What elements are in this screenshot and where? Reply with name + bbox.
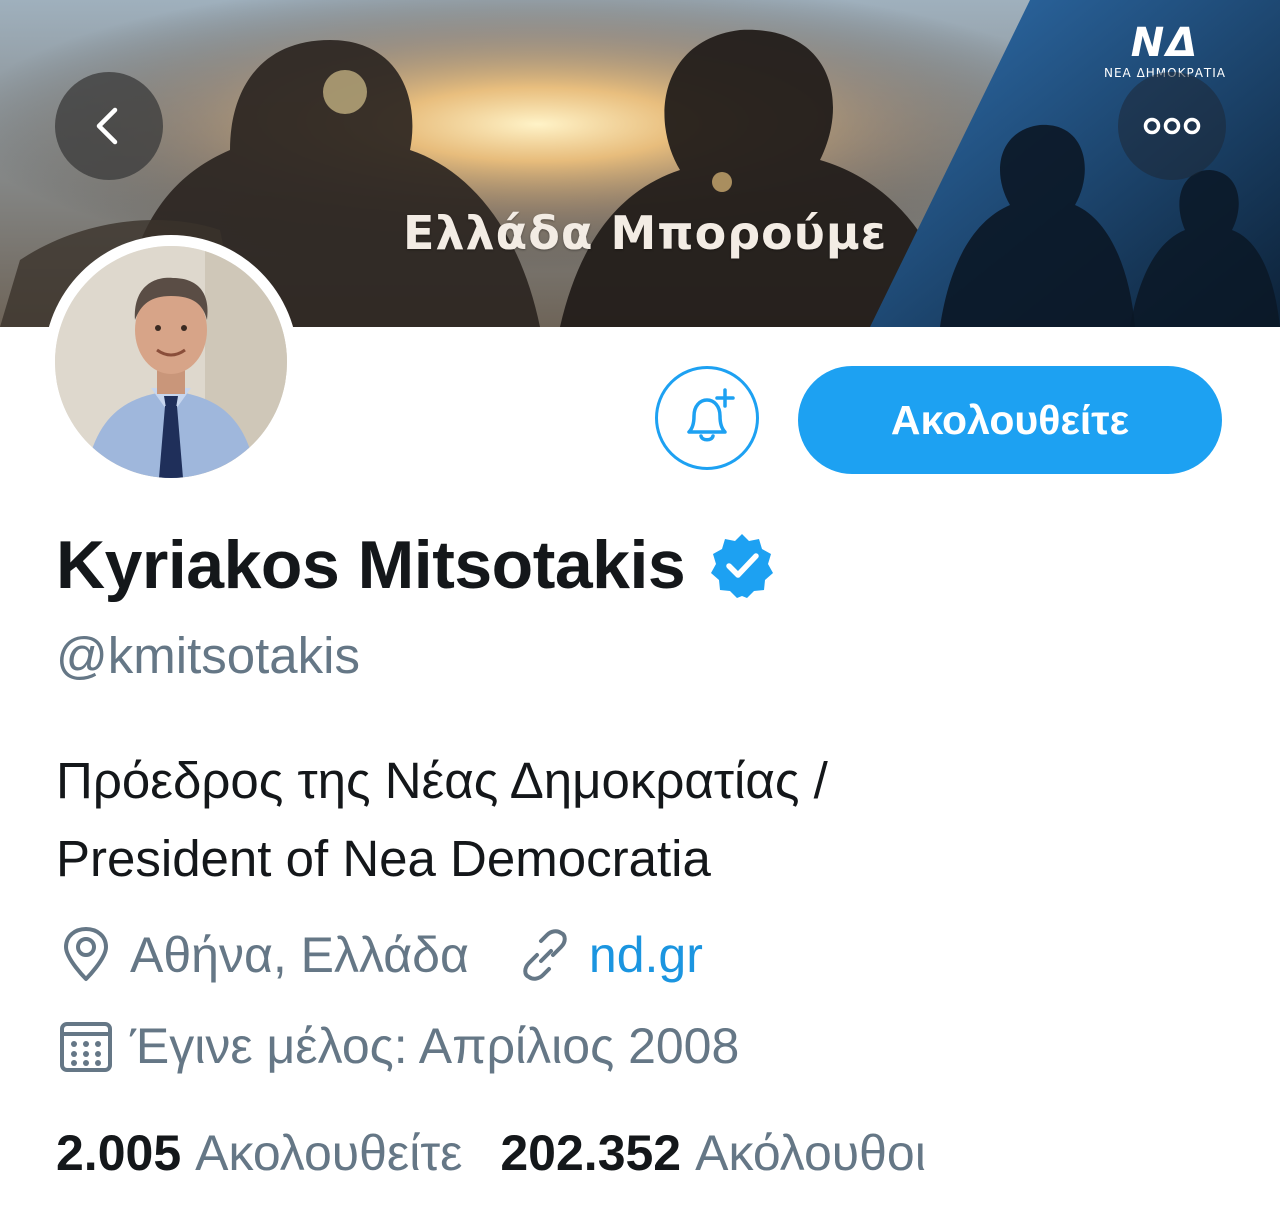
follow-stats: 2.005 Ακολουθείτε 202.352 Ακόλουθοι	[56, 1118, 926, 1188]
notifications-button[interactable]	[655, 366, 759, 470]
website-link[interactable]: nd.gr	[589, 926, 703, 984]
avatar-portrait	[55, 246, 287, 478]
followers-label: Ακόλουθοι	[695, 1125, 926, 1181]
more-dots-icon	[1143, 117, 1201, 135]
bell-plus-icon	[687, 388, 735, 442]
back-button[interactable]	[55, 72, 163, 180]
following-stat[interactable]: 2.005 Ακολουθείτε	[56, 1124, 462, 1182]
party-logo-mark: ΝΔ	[1130, 20, 1200, 66]
followers-count: 202.352	[500, 1125, 682, 1181]
handle: @kmitsotakis	[56, 627, 360, 684]
bio: Πρόεδρος της Νέας Δημοκρατίας / Presiden…	[56, 742, 1236, 898]
calendar-icon	[60, 1022, 112, 1072]
joined-date-text: Έγινε μέλος: Απρίλιος 2008	[130, 1018, 740, 1074]
profile-meta-row-2: Έγινε μέλος: Απρίλιος 2008	[56, 1011, 739, 1081]
profile-meta-row-1: Αθήνα, Ελλάδα nd.gr	[56, 920, 703, 990]
following-count: 2.005	[56, 1125, 182, 1181]
chevron-left-icon	[96, 107, 118, 145]
display-name-row: Kyriakos Mitsotakis	[56, 522, 775, 608]
following-label: Ακολουθείτε	[195, 1125, 463, 1181]
profile-page: Ελλάδα Μπορούμε ΝΔ ΝΕΑ ΔΗΜΟΚΡΑΤΙΑ	[0, 0, 1280, 1216]
followers-stat[interactable]: 202.352 Ακόλουθοι	[500, 1124, 925, 1182]
location-text: Αθήνα, Ελλάδα	[130, 927, 469, 983]
bio-line-2: President of Nea Democratia	[56, 830, 711, 887]
more-options-button[interactable]	[1118, 72, 1226, 180]
avatar[interactable]	[44, 235, 298, 489]
banner-tagline: Ελλάδα Μπορούμε	[403, 206, 888, 260]
link-icon	[523, 929, 567, 981]
following-button[interactable]: Ακολουθείτε	[798, 366, 1222, 474]
verified-badge-icon	[711, 534, 774, 598]
display-name: Kyriakos Mitsotakis	[56, 527, 686, 603]
location-pin-icon	[64, 927, 108, 981]
bio-line-1: Πρόεδρος της Νέας Δημοκρατίας /	[56, 752, 828, 809]
avatar-photo	[55, 246, 287, 478]
